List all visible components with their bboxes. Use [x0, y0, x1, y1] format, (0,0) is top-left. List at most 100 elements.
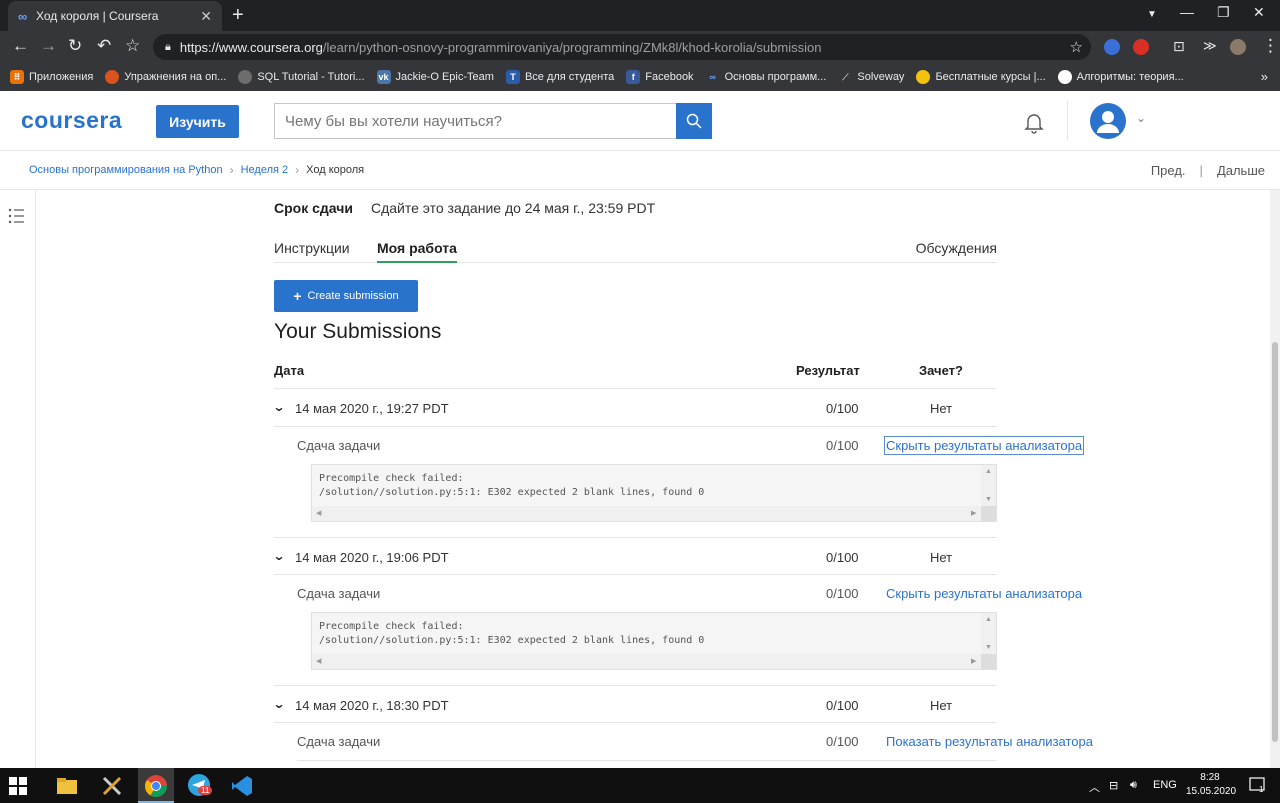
- bookmark-item[interactable]: Упражнения на оп...: [105, 70, 226, 84]
- learn-button[interactable]: Изучить: [156, 105, 239, 138]
- search-button[interactable]: [676, 103, 712, 139]
- output-horizontal-scrollbar[interactable]: ◀ ▶: [312, 654, 983, 669]
- scrollbar-thumb[interactable]: [1272, 342, 1278, 742]
- submission-row[interactable]: ⌄ 14 мая 2020 г., 18:30 PDT 0/100 Нет: [272, 685, 997, 723]
- tools-icon[interactable]: [99, 773, 125, 799]
- submission-score: 0/100: [826, 550, 859, 565]
- scroll-down-icon[interactable]: ▼: [985, 644, 992, 651]
- submission-date: 14 мая 2020 г., 19:06 PDT: [295, 550, 449, 565]
- scroll-left-icon[interactable]: ◀: [316, 509, 321, 517]
- network-icon[interactable]: ⊟: [1109, 779, 1118, 792]
- bookmark-item[interactable]: f Facebook: [626, 70, 694, 84]
- profile-avatar-icon[interactable]: [1230, 39, 1246, 55]
- file-explorer-icon[interactable]: [54, 773, 80, 799]
- toggle-grader-output-link[interactable]: Скрыть результаты анализатора: [883, 436, 1085, 455]
- course-outline-icon[interactable]: [8, 207, 26, 225]
- scroll-up-icon[interactable]: ▲: [985, 468, 992, 475]
- extensions-chevron-icon[interactable]: ≫: [1203, 36, 1217, 56]
- scroll-corner: [981, 654, 996, 669]
- site-icon: T: [505, 70, 520, 84]
- submission-date: 14 мая 2020 г., 18:30 PDT: [295, 698, 449, 713]
- bookmark-item[interactable]: SQL Tutorial - Tutori...: [238, 70, 365, 84]
- grader-output[interactable]: Precompile check failed: /solution//solu…: [311, 464, 997, 522]
- tab-discussions[interactable]: Обсуждения: [916, 240, 997, 256]
- user-avatar[interactable]: [1090, 103, 1126, 139]
- site-icon: ⟋: [842, 72, 849, 82]
- search-input[interactable]: [274, 103, 676, 139]
- chevron-down-icon[interactable]: ⌄: [1136, 111, 1146, 125]
- scroll-down-icon[interactable]: ▼: [985, 496, 992, 503]
- scroll-left-icon[interactable]: ◀: [316, 657, 321, 665]
- chrome-icon: [145, 775, 167, 797]
- bookmark-item[interactable]: vk Jackie-O Epic-Team: [376, 70, 494, 84]
- vscode-icon[interactable]: [229, 773, 255, 799]
- menu-icon[interactable]: ⋮: [1262, 36, 1279, 56]
- back-icon[interactable]: ←: [12, 36, 29, 56]
- breadcrumb-course[interactable]: Основы программирования на Python: [29, 164, 223, 176]
- action-center-icon[interactable]: 1: [1248, 776, 1268, 796]
- extension-adblock-icon[interactable]: [1133, 39, 1149, 55]
- window-close-icon[interactable]: ✕: [1253, 4, 1265, 21]
- windows-start-icon[interactable]: [8, 776, 28, 796]
- grader-output[interactable]: Precompile check failed: /solution//solu…: [311, 612, 997, 670]
- tray-chevron-up-icon[interactable]: ︿: [1089, 779, 1100, 795]
- undo-icon[interactable]: ↶: [97, 36, 111, 56]
- chrome-taskbar-button[interactable]: [138, 768, 174, 803]
- crop-icon[interactable]: ⊡: [1173, 36, 1185, 56]
- forward-icon[interactable]: →: [40, 36, 57, 56]
- bookmark-label: Приложения: [29, 71, 94, 83]
- prev-button[interactable]: Пред.: [1151, 163, 1186, 178]
- bookmark-item[interactable]: Бесплатные курсы |...: [916, 70, 1046, 84]
- scroll-up-icon[interactable]: ▲: [985, 616, 992, 623]
- chevron-down-icon[interactable]: ⌄: [272, 549, 285, 563]
- bookmarks-bar: ⠿ Приложения Упражнения на оп... SQL Tuto…: [0, 63, 1280, 91]
- bookmark-star-icon[interactable]: ☆: [1070, 38, 1083, 56]
- toggle-grader-output-link[interactable]: Показать результаты анализатора: [886, 734, 1093, 749]
- output-vertical-scrollbar[interactable]: ▲ ▼: [981, 613, 996, 656]
- extension-vk-icon[interactable]: [1104, 39, 1120, 55]
- coursera-logo[interactable]: coursera: [21, 107, 122, 134]
- bookmark-item[interactable]: Алгоритмы: теория...: [1057, 70, 1184, 84]
- chevron-down-icon[interactable]: ⌄: [272, 697, 285, 711]
- submission-row[interactable]: ⌄ 14 мая 2020 г., 19:27 PDT 0/100 Нет: [272, 389, 997, 427]
- scroll-corner: [981, 506, 996, 521]
- tab-search-icon[interactable]: ▼: [1147, 9, 1157, 20]
- address-bar[interactable]: 🔒︎ https://www.coursera.org/learn/python…: [153, 34, 1091, 60]
- notification-count: 1: [1259, 785, 1264, 794]
- toggle-grader-output-link[interactable]: Скрыть результаты анализатора: [886, 586, 1082, 601]
- create-submission-button[interactable]: + Create submission: [274, 280, 418, 312]
- windows-taskbar: 11 ︿ ⊟ 🔊︎ ENG 8:28 15.05.2020 1: [0, 768, 1280, 803]
- breadcrumb-week[interactable]: Неделя 2: [241, 164, 289, 176]
- browser-tab[interactable]: ∞ Ход короля | Coursera ✕: [8, 1, 222, 31]
- bookmark-item[interactable]: T Все для студента: [505, 70, 614, 84]
- system-clock[interactable]: 8:28 15.05.2020: [1186, 771, 1236, 799]
- next-button[interactable]: Дальше: [1217, 163, 1265, 178]
- bookmark-item[interactable]: ⟋ Solveway: [838, 70, 904, 84]
- chevron-down-icon[interactable]: ⌄: [272, 400, 285, 414]
- scroll-right-icon[interactable]: ▶: [971, 657, 976, 665]
- breadcrumb: Основы программирования на Python › Неде…: [29, 163, 364, 177]
- tab-my-work[interactable]: Моя работа: [377, 240, 457, 263]
- more-bookmarks-icon[interactable]: »: [1261, 69, 1268, 84]
- notifications-bell-icon[interactable]: [1022, 110, 1046, 139]
- bookmark-apps[interactable]: ⠿ Приложения: [10, 70, 93, 84]
- telegram-taskbar-button[interactable]: 11: [186, 772, 214, 800]
- language-indicator[interactable]: ENG: [1153, 779, 1177, 791]
- submission-row[interactable]: ⌄ 14 мая 2020 г., 19:06 PDT 0/100 Нет: [272, 537, 997, 575]
- site-icon: [238, 70, 253, 84]
- part-name: Сдача задачи: [297, 586, 381, 601]
- close-tab-icon[interactable]: ✕: [200, 8, 212, 25]
- bookmark-item[interactable]: ∞ Основы программ...: [706, 70, 826, 84]
- output-horizontal-scrollbar[interactable]: ◀ ▶: [312, 506, 983, 521]
- scroll-right-icon[interactable]: ▶: [971, 509, 976, 517]
- restore-icon[interactable]: ❐: [1217, 4, 1230, 21]
- apps-grid-icon: ⠿: [10, 70, 24, 84]
- output-vertical-scrollbar[interactable]: ▲ ▼: [981, 465, 996, 508]
- page-scrollbar[interactable]: [1270, 190, 1280, 768]
- volume-icon[interactable]: 🔊︎: [1130, 779, 1137, 792]
- new-tab-button[interactable]: +: [232, 4, 244, 26]
- tab-instructions[interactable]: Инструкции: [274, 240, 350, 256]
- minimize-icon[interactable]: —: [1180, 4, 1194, 20]
- home-star-icon[interactable]: ☆: [125, 36, 140, 56]
- reload-icon[interactable]: ↻: [68, 36, 82, 56]
